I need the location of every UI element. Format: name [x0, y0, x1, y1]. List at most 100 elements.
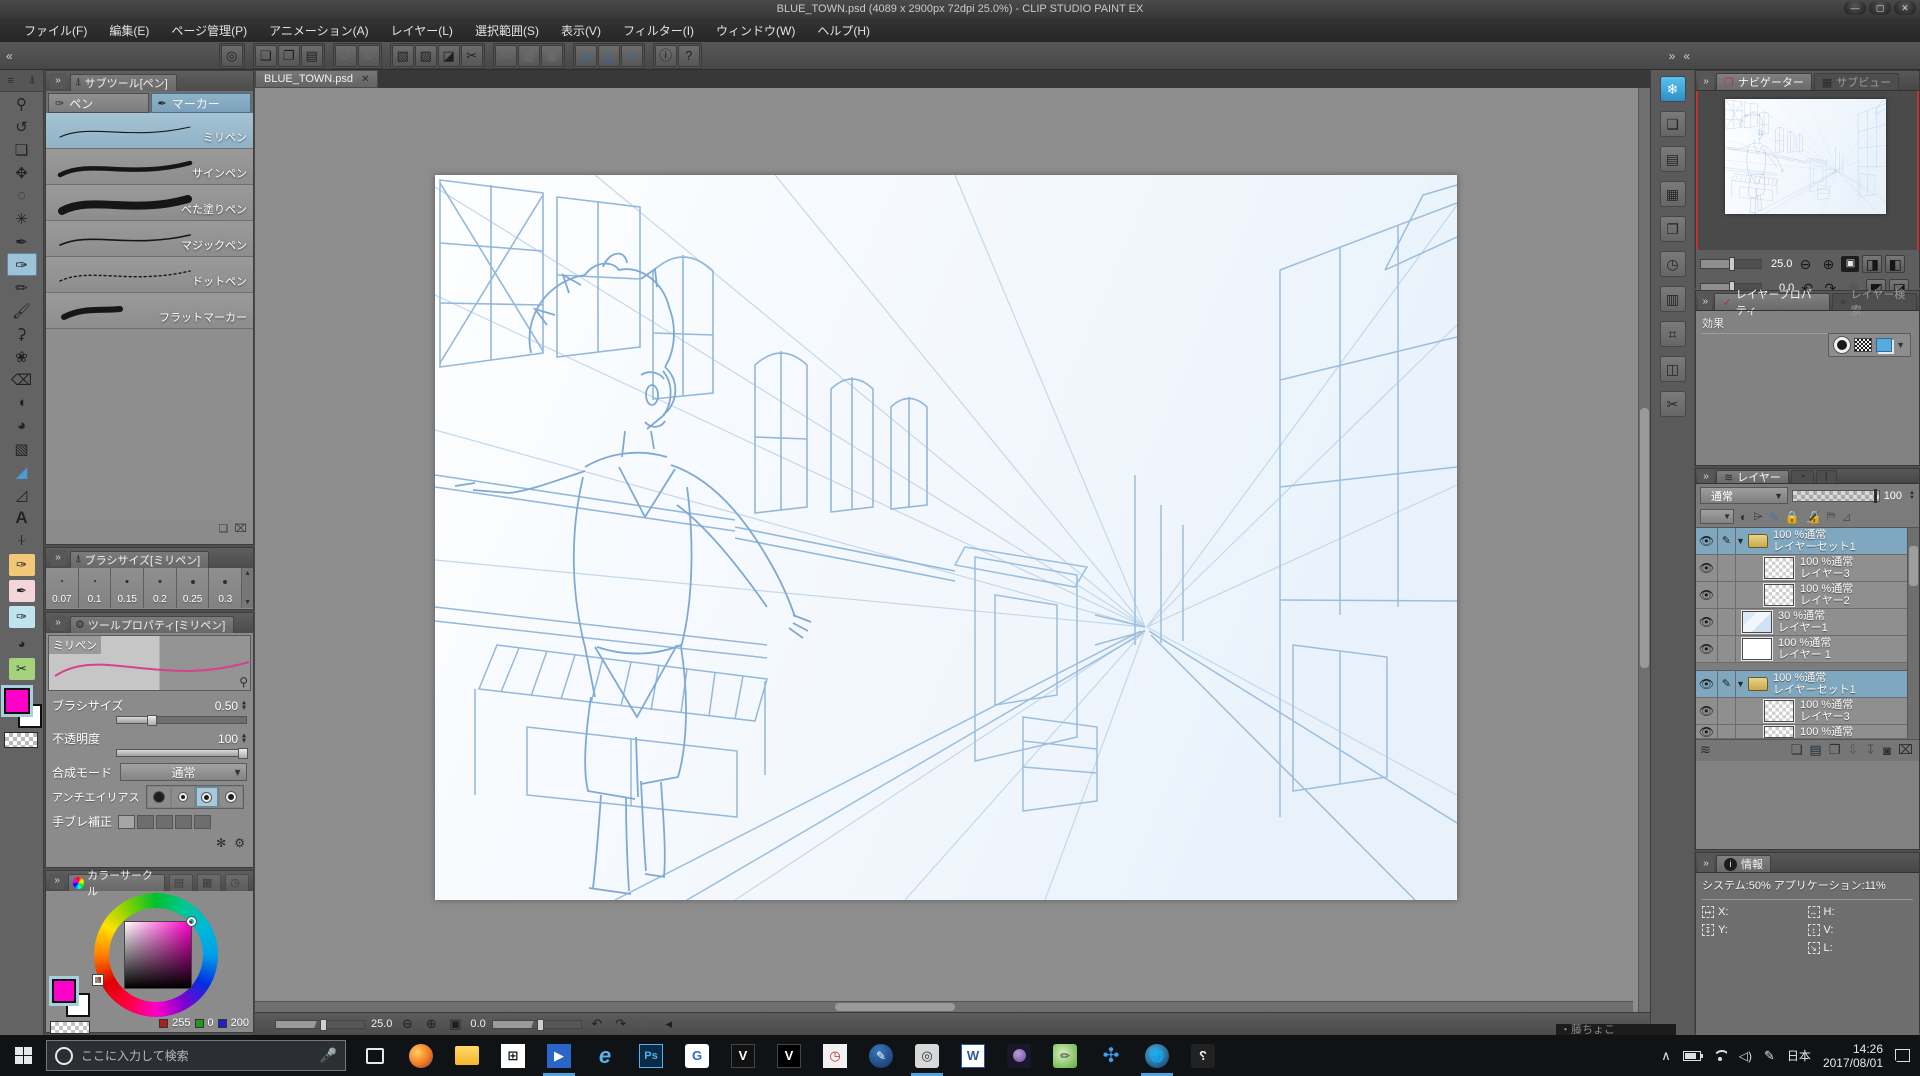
tab-layer[interactable]: ≋ レイヤー: [1716, 470, 1789, 483]
start-button[interactable]: [0, 1035, 46, 1076]
hue-knob[interactable]: [93, 975, 103, 985]
delete-layer-icon[interactable]: ⌧: [1898, 742, 1913, 758]
dock-palette-icon-7[interactable]: ⌗: [1660, 321, 1686, 347]
visibility-eye-icon[interactable]: 👁: [1696, 555, 1718, 581]
rotate-ccw-icon[interactable]: ↶: [588, 1016, 606, 1032]
collapse-right-icon-1[interactable]: »: [1669, 49, 1676, 63]
tool-pen[interactable]: ✑: [7, 253, 37, 276]
microphone-icon[interactable]: 🎤: [320, 1047, 337, 1064]
tool-brush[interactable]: 🖌: [7, 299, 37, 322]
folder-collapse-icon[interactable]: ▼: [1736, 679, 1748, 689]
layer-row[interactable]: 👁 100 %通常レイヤー3: [1696, 555, 1919, 582]
tab-subview[interactable]: ▦ サブビュー: [1814, 73, 1899, 90]
world-app-icon[interactable]: 🌐: [1134, 1035, 1180, 1076]
foreground-color-swatch[interactable]: [4, 688, 30, 714]
erase-icon[interactable]: ✏: [495, 45, 517, 67]
visibility-eye-icon[interactable]: 👁: [1696, 528, 1718, 554]
tool-property-reset-icon[interactable]: ✻: [216, 836, 226, 850]
navigator-preview[interactable]: [1696, 90, 1919, 250]
stabilize-box-3[interactable]: [156, 815, 173, 829]
collapse-right-icon-2[interactable]: «: [1683, 49, 1690, 63]
color-panel-menu-icon[interactable]: »: [50, 873, 64, 889]
zoom-in-icon[interactable]: ⊕: [422, 1016, 440, 1032]
fit-screen-icon[interactable]: ▣: [446, 1016, 464, 1032]
rotation-slider[interactable]: [492, 1020, 582, 1029]
tool-custom-fill[interactable]: ◕: [9, 632, 35, 654]
visibility-eye-icon[interactable]: 👁: [1696, 582, 1718, 608]
layer-lock-icon[interactable]: 🔒: [1785, 510, 1800, 524]
ms-store-icon[interactable]: ⊞: [490, 1035, 536, 1076]
info-icon[interactable]: ⓘ: [655, 45, 677, 67]
taskbar-search-box[interactable]: ここに入力して検索 🎤: [46, 1040, 346, 1071]
layer-thumbnail[interactable]: [1764, 700, 1794, 722]
snap-grid-icon[interactable]: ⌗: [621, 45, 643, 67]
tool-custom-marker-pink[interactable]: ✒: [9, 580, 35, 602]
layer-mask-create-icon[interactable]: ◙: [1883, 743, 1891, 758]
new-file-icon[interactable]: ❏: [255, 45, 277, 67]
ime-indicator[interactable]: 日本: [1787, 1047, 1811, 1064]
merge-layer-icon[interactable]: ↧: [1865, 742, 1876, 758]
tool-auto-select[interactable]: ✳: [7, 207, 37, 230]
layer-row[interactable]: 👁 100 %通常: [1696, 725, 1919, 739]
nav-zoom-out-icon[interactable]: ⊖: [1795, 256, 1815, 273]
new-folder-icon[interactable]: ▤: [1809, 742, 1821, 758]
dock-palette-icon-1[interactable]: ❏: [1660, 111, 1686, 137]
tool-property-settings-icon[interactable]: ⚙: [234, 836, 245, 850]
dock-palette-icon-5[interactable]: ◷: [1660, 251, 1686, 277]
menu-help[interactable]: ヘルプ(H): [807, 19, 880, 42]
dock-palette-icon-9[interactable]: ✂: [1660, 391, 1686, 417]
folder-collapse-icon[interactable]: ▼: [1736, 536, 1748, 546]
subtool-tab-pen[interactable]: ✑ ペン: [48, 93, 149, 113]
tool-gradient[interactable]: ▧: [7, 437, 37, 460]
layer-thumbnail[interactable]: [1742, 611, 1772, 633]
subtool-item-betanuri[interactable]: べた塗りペン: [46, 185, 253, 221]
crop-icon[interactable]: ✂: [461, 45, 483, 67]
layer-palette-dock-icon[interactable]: ≋: [1700, 742, 1711, 758]
subtool-panel-menu-icon[interactable]: »: [50, 73, 66, 89]
opacity-stepper[interactable]: ▲▼: [241, 734, 247, 744]
tool-text[interactable]: A: [7, 506, 37, 529]
layer-thumbnail[interactable]: [1742, 638, 1772, 660]
zoom-slider[interactable]: [275, 1020, 365, 1029]
opacity-value[interactable]: 100: [218, 732, 238, 746]
snap-special-icon[interactable]: ◬: [598, 45, 620, 67]
duplicate-layer-icon[interactable]: ❐: [1829, 742, 1841, 758]
tool-selection[interactable]: ◌: [7, 184, 37, 207]
pen-settings-icon[interactable]: ✎: [1764, 1048, 1775, 1064]
document-close-icon[interactable]: ✕: [361, 74, 369, 85]
horizontal-scrollbar[interactable]: [255, 1001, 1633, 1012]
clip-studio-launcher-icon[interactable]: ✎: [858, 1035, 904, 1076]
tool-eyedropper[interactable]: ✒: [7, 230, 37, 253]
tray-chevron-icon[interactable]: ∧: [1661, 1048, 1671, 1064]
brush-size-scrollbar[interactable]: ▲▼: [242, 568, 253, 608]
open-file-icon[interactable]: ❐: [278, 45, 300, 67]
app-g-icon[interactable]: G: [674, 1035, 720, 1076]
tab-info[interactable]: i 情報: [1716, 855, 1771, 872]
tool-pencil[interactable]: ✏: [7, 276, 37, 299]
tool-decoration[interactable]: ❀: [7, 345, 37, 368]
tool-palette-menu-icon[interactable]: ≡: [7, 75, 13, 87]
tool-airbrush[interactable]: ⚳: [7, 322, 37, 345]
layer-opacity-stepper[interactable]: ▲▼: [1909, 491, 1915, 501]
tool-rotate-view[interactable]: ↺: [7, 115, 37, 138]
saturation-value-square[interactable]: [124, 921, 192, 989]
canvas-viewport[interactable]: [255, 88, 1633, 1012]
volume-icon[interactable]: ◁): [1739, 1049, 1752, 1063]
layer-row[interactable]: 👁 100 %通常レイヤー3: [1696, 698, 1919, 725]
menu-window[interactable]: ウィンドウ(W): [706, 19, 805, 42]
photoshop-icon[interactable]: Ps: [628, 1035, 674, 1076]
menu-page[interactable]: ページ管理(P): [161, 19, 257, 42]
tool-zoom[interactable]: ⚲: [7, 92, 37, 115]
antialias-none[interactable]: [148, 787, 170, 807]
tool-property-menu-icon[interactable]: »: [50, 615, 66, 631]
action-center-icon[interactable]: [1895, 1049, 1910, 1062]
tool-fill[interactable]: ◕: [7, 414, 37, 437]
dock-palette-icon-6[interactable]: ▥: [1660, 286, 1686, 312]
dock-palette-icon-8[interactable]: ◫: [1660, 356, 1686, 382]
layer-row-folder-1[interactable]: 👁 ✎ ▼ 100 %通常レイヤーセット1: [1696, 528, 1919, 555]
brush-size-0.07[interactable]: 0.07: [46, 568, 79, 608]
visibility-eye-icon[interactable]: 👁: [1696, 725, 1718, 738]
layer-list-splitter[interactable]: ·····: [1696, 663, 1919, 671]
antialias-middle[interactable]: [196, 787, 218, 807]
effect-dropdown-icon[interactable]: ▼: [1896, 340, 1905, 350]
